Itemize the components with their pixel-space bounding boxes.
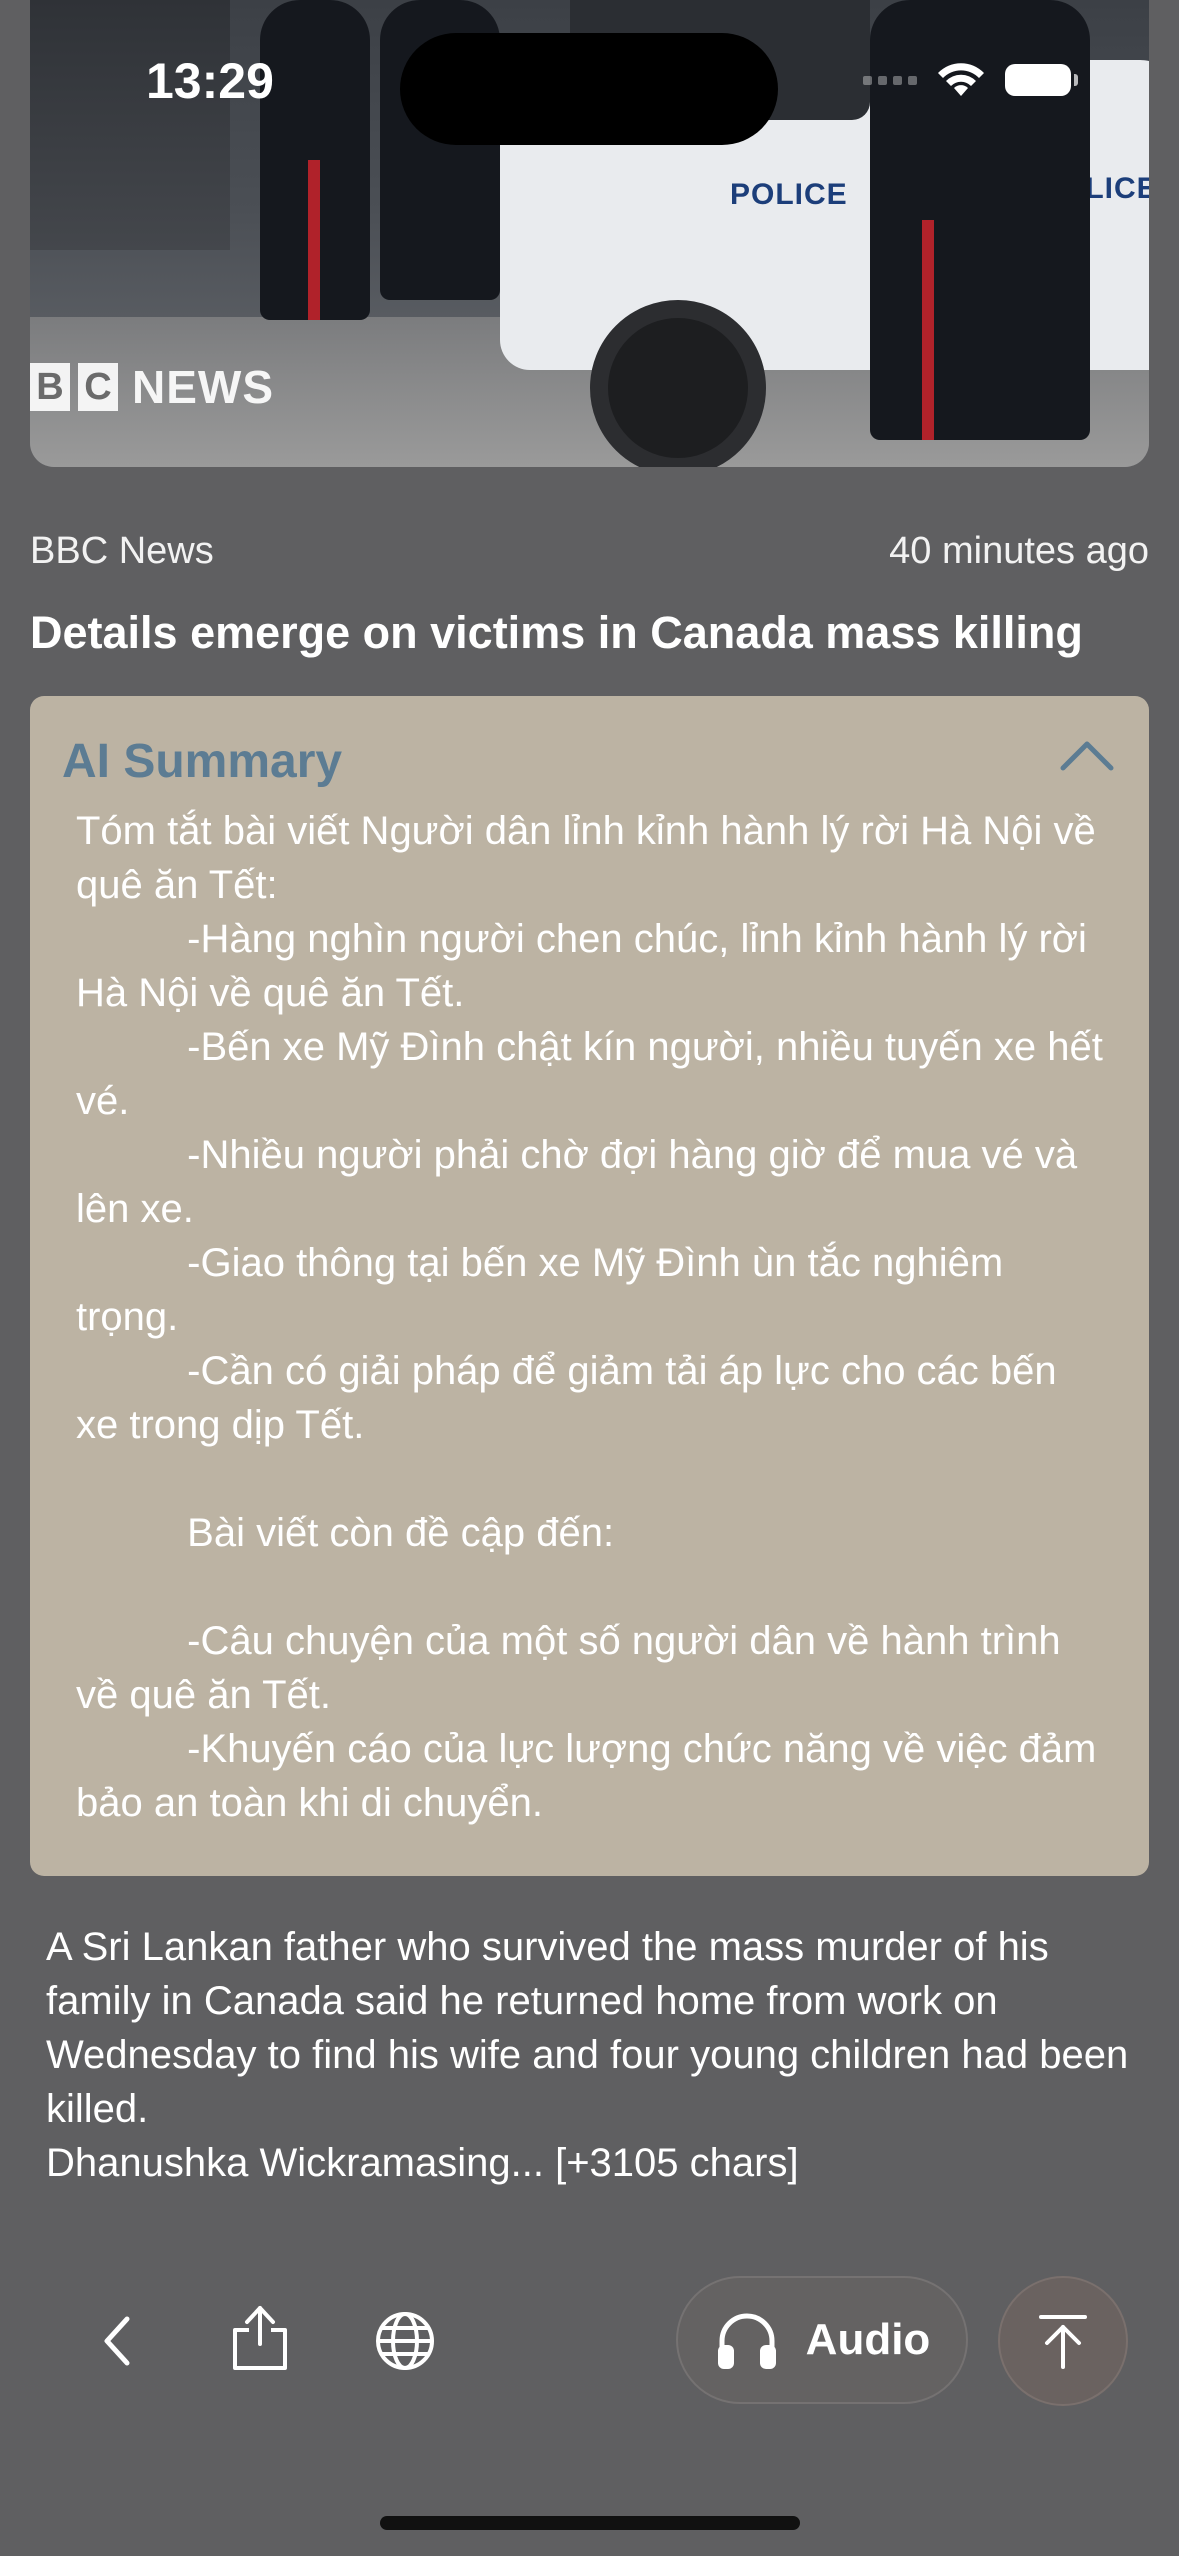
scroll-to-top-button[interactable]	[998, 2276, 1128, 2406]
bbc-logo-word: NEWS	[132, 361, 274, 413]
bbc-logo-box: B	[30, 363, 70, 411]
article-screen: POLICE POLICE B C NEWS 13:29 BBC News 40…	[0, 0, 1179, 2556]
share-icon	[233, 2306, 287, 2370]
status-icons	[863, 62, 1078, 98]
open-in-browser-button[interactable]	[370, 2306, 440, 2376]
status-time: 13:29	[146, 53, 274, 109]
headphones-icon	[717, 2313, 776, 2369]
ai-summary-title[interactable]: AI Summary	[62, 734, 342, 789]
globe-icon	[376, 2312, 434, 2370]
article-body: A Sri Lankan father who survived the mas…	[46, 1925, 1129, 2185]
share-button[interactable]	[225, 2300, 295, 2370]
article-meta-row: BBC News 40 minutes ago	[30, 530, 1149, 573]
hero-uniform-stripe	[308, 160, 320, 320]
hero-car-wheel	[590, 300, 766, 467]
dynamic-island	[400, 33, 778, 145]
article-source[interactable]: BBC News	[30, 530, 214, 573]
audio-button[interactable]: Audio	[676, 2276, 968, 2404]
battery-icon	[1005, 64, 1078, 96]
article-timestamp: 40 minutes ago	[889, 530, 1149, 572]
scroll-to-top-icon	[1039, 2315, 1087, 2369]
chevron-up-icon[interactable]	[1059, 736, 1115, 776]
hero-left-vehicle	[30, 0, 230, 250]
article-headline: Details emerge on victims in Canada mass…	[30, 607, 1083, 658]
audio-button-label: Audio	[805, 2315, 931, 2364]
hero-uniform-stripe	[922, 220, 934, 440]
bbc-logo-box: C	[78, 363, 118, 411]
back-button[interactable]	[82, 2306, 152, 2376]
bbc-news-watermark: B C NEWS	[30, 360, 274, 414]
wifi-icon	[938, 63, 984, 96]
hero-police-label: POLICE	[730, 178, 848, 211]
ai-summary-card: AI Summary Tóm tắt bài viết Người dân lỉ…	[30, 696, 1149, 1876]
ai-summary-text: Tóm tắt bài viết Người dân lỉnh kỉnh hàn…	[76, 809, 1103, 1825]
cellular-signal-icon	[863, 75, 917, 85]
home-indicator[interactable]	[380, 2516, 800, 2530]
chevron-left-icon	[104, 2316, 130, 2366]
